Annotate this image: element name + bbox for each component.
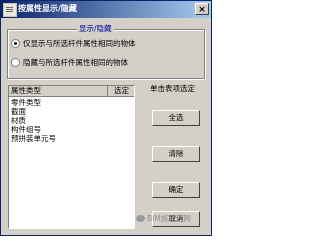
list-item[interactable]: 构件组号 [11,125,41,134]
app-icon [3,3,17,17]
wechat-icon [136,215,145,222]
radio-hide-label: 隐藏与所选杆件属性相同的物体 [23,58,128,67]
select-all-button[interactable]: 全选 [152,110,200,126]
column-header-selected[interactable]: 选定 [109,86,134,96]
radio-hide-indicator[interactable] [11,58,20,67]
radio-show-only-label: 仅显示与所选杆件属性相同的物体 [23,39,136,48]
display-hide-group [7,29,205,79]
radio-show-only-indicator[interactable] [11,39,20,48]
list-item[interactable]: 预拼装单元号 [11,134,56,143]
watermark: BIM族见到网 [136,213,191,225]
column-header-attribute-type[interactable]: 属性类型 [9,86,108,96]
group-title: 显示/隐藏 [77,23,114,35]
list-header: 属性类型 选定 [9,86,134,97]
hint-text: 单击表项选定 [150,84,195,93]
dialog-window: 按属性显示/隐藏 × 显示/隐藏 仅显示与所选杆件属性相同的物体 隐藏与所选杆件… [0,0,212,236]
radio-show-only[interactable]: 仅显示与所选杆件属性相同的物体 [11,38,136,50]
attribute-list[interactable]: 属性类型 选定 零件类型 截面 材质 构件组号 预拼装单元号 [8,85,135,229]
window-title: 按属性显示/隐藏 [18,4,77,13]
watermark-text: BIM族见到网 [147,214,191,223]
ok-button[interactable]: 确定 [152,182,200,198]
title-bar[interactable]: 按属性显示/隐藏 × [1,1,211,18]
list-item[interactable]: 零件类型 [11,98,41,107]
clear-button[interactable]: 清除 [152,146,200,162]
list-item[interactable]: 材质 [11,116,26,125]
close-button[interactable]: × [195,3,209,15]
list-item[interactable]: 截面 [11,107,26,116]
radio-hide[interactable]: 隐藏与所选杆件属性相同的物体 [11,57,128,69]
